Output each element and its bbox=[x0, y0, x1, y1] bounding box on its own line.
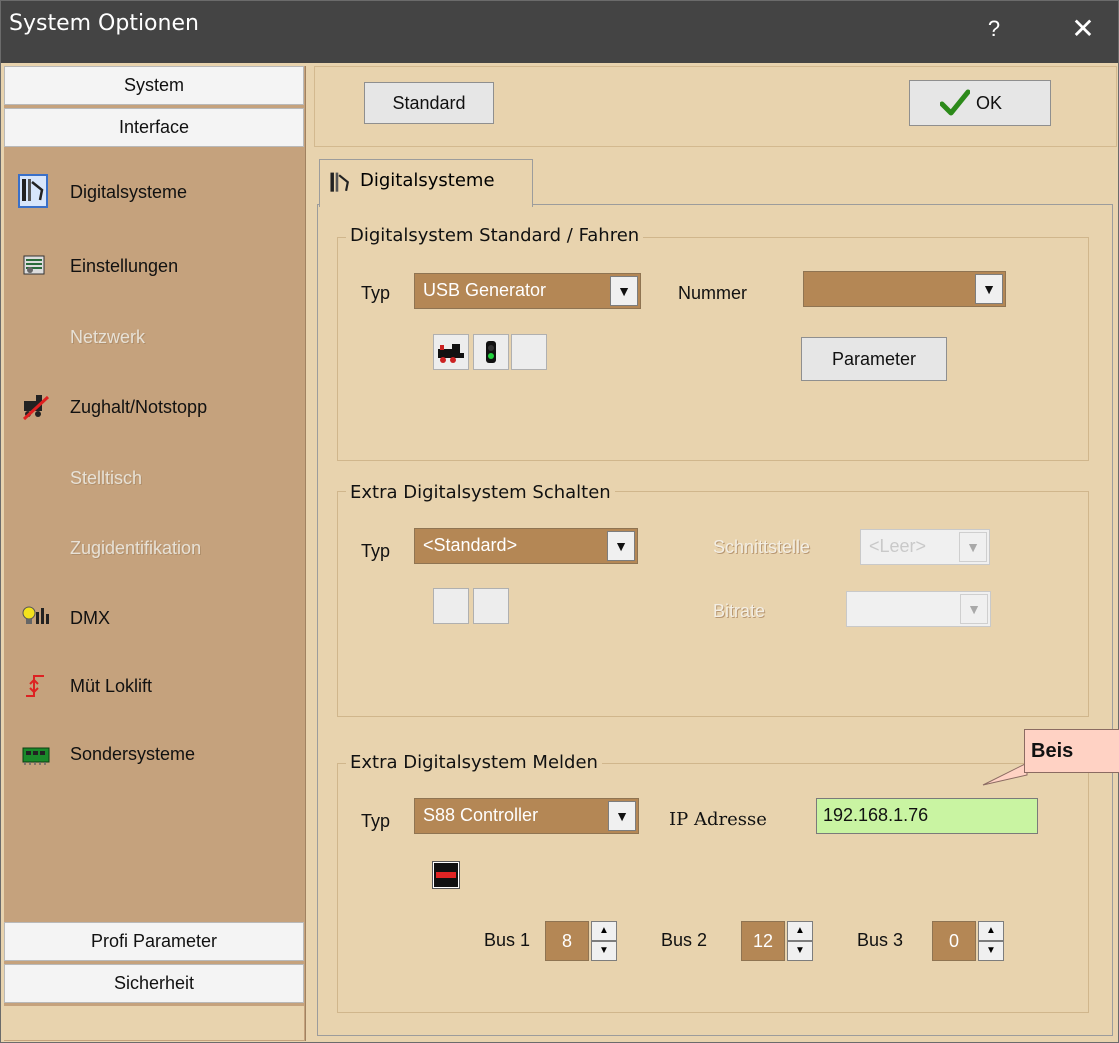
bus3-label: Bus 3 bbox=[857, 930, 904, 950]
typ-select-value: USB Generator bbox=[423, 280, 547, 300]
window-title: System Optionen bbox=[9, 11, 199, 36]
title-bar: System Optionen ? ✕ bbox=[1, 1, 1118, 63]
empty-slot-icon[interactable] bbox=[473, 588, 509, 624]
bitrate-select: ▼ bbox=[846, 591, 991, 627]
empty-slot-icon[interactable] bbox=[511, 334, 547, 370]
sidebar-button-system[interactable]: System bbox=[4, 66, 304, 105]
bitrate-label: Bitrate bbox=[713, 601, 766, 621]
ok-label: OK bbox=[976, 93, 1003, 113]
bus2-stepper[interactable]: 12 ▲ ▼ bbox=[741, 921, 817, 961]
typ-label: Typ bbox=[361, 541, 391, 561]
sidebar-button-profi-parameter[interactable]: Profi Parameter bbox=[4, 922, 304, 961]
ip-address-input[interactable]: 192.168.1.76 bbox=[816, 798, 1038, 834]
chevron-up-icon[interactable]: ▲ bbox=[978, 921, 1004, 941]
tab-label: Digitalsysteme bbox=[360, 170, 495, 191]
group-title: Digitalsystem Standard / Fahren bbox=[346, 225, 644, 246]
ip-address-label: IP Adresse bbox=[669, 809, 767, 830]
bus2-value[interactable]: 12 bbox=[741, 921, 785, 961]
signal-icon[interactable] bbox=[473, 334, 509, 370]
bus2-label: Bus 2 bbox=[661, 930, 708, 950]
typ-select-schalten[interactable]: <Standard> ▼ bbox=[414, 528, 638, 564]
schnittstelle-select: <Leer> ▼ bbox=[860, 529, 990, 565]
tab-digitalsysteme[interactable]: Digitalsysteme bbox=[319, 159, 533, 207]
nummer-label: Nummer bbox=[678, 283, 748, 303]
dmx-icon bbox=[22, 604, 49, 630]
bus1-stepper[interactable]: 8 ▲ ▼ bbox=[545, 921, 621, 961]
sidebar-item-label: Stelltisch bbox=[70, 468, 143, 488]
sidebar-item-label: Einstellungen bbox=[70, 256, 179, 276]
group-title: Extra Digitalsystem Schalten bbox=[346, 482, 615, 503]
typ-label: Typ bbox=[361, 283, 391, 303]
loklift-icon bbox=[22, 672, 48, 698]
group-title: Extra Digitalsystem Melden bbox=[346, 752, 602, 773]
typ-label: Typ bbox=[361, 811, 391, 831]
standard-button[interactable]: Standard bbox=[364, 82, 494, 124]
sidebar-button-interface[interactable]: Interface bbox=[4, 108, 304, 147]
chevron-down-icon[interactable]: ▼ bbox=[610, 276, 638, 306]
locomotive-icon[interactable] bbox=[433, 334, 469, 370]
tooltip: Beis bbox=[1024, 729, 1119, 773]
typ-select-value: S88 Controller bbox=[423, 805, 539, 825]
chevron-down-icon[interactable]: ▼ bbox=[975, 274, 1003, 304]
bus3-stepper[interactable]: 0 ▲ ▼ bbox=[932, 921, 1008, 961]
emergency-stop-icon bbox=[22, 393, 50, 421]
settings-icon bbox=[22, 252, 48, 278]
sidebar-button-sicherheit[interactable]: Sicherheit bbox=[4, 964, 304, 1003]
chevron-down-icon[interactable]: ▼ bbox=[978, 941, 1004, 961]
tooltip-pointer bbox=[982, 762, 1028, 786]
typ-select-standard[interactable]: USB Generator ▼ bbox=[414, 273, 641, 309]
chevron-down-icon[interactable]: ▼ bbox=[591, 941, 617, 961]
status-area bbox=[4, 1006, 304, 1040]
sidebar-item-label: Digitalsysteme bbox=[70, 182, 188, 202]
digital-system-icon bbox=[18, 174, 48, 208]
chevron-down-icon[interactable]: ▼ bbox=[608, 801, 636, 831]
sidebar-item-label: Sondersysteme bbox=[70, 744, 196, 764]
ok-button[interactable]: OK bbox=[909, 80, 1051, 126]
schnittstelle-label: Schnittstelle bbox=[713, 537, 811, 557]
typ-select-melden[interactable]: S88 Controller ▼ bbox=[414, 798, 639, 834]
digital-system-icon bbox=[328, 170, 352, 201]
chevron-down-icon[interactable]: ▼ bbox=[607, 531, 635, 561]
ip-address-value: 192.168.1.76 bbox=[823, 805, 929, 825]
chevron-up-icon[interactable]: ▲ bbox=[591, 921, 617, 941]
sidebar-item-label: Zughalt/Notstopp bbox=[70, 397, 208, 417]
empty-slot-icon[interactable] bbox=[433, 588, 469, 624]
sidebar-item-label: Zugidentifikation bbox=[70, 538, 202, 558]
close-button[interactable]: ✕ bbox=[1061, 9, 1105, 49]
feedback-module-icon[interactable] bbox=[432, 861, 460, 889]
bus1-value[interactable]: 8 bbox=[545, 921, 589, 961]
chevron-down-icon: ▼ bbox=[960, 594, 988, 624]
parameter-button[interactable]: Parameter bbox=[801, 337, 947, 381]
schnittstelle-select-value: <Leer> bbox=[869, 536, 927, 556]
chevron-down-icon: ▼ bbox=[959, 532, 987, 562]
special-systems-icon bbox=[22, 740, 50, 766]
sidebar-item-label: DMX bbox=[70, 608, 110, 628]
nummer-select[interactable]: ▼ bbox=[803, 271, 1006, 307]
chevron-up-icon[interactable]: ▲ bbox=[787, 921, 813, 941]
sidebar-item-label: Netzwerk bbox=[70, 327, 146, 347]
system-options-window: System Optionen ? ✕ System Interface Dig… bbox=[0, 0, 1119, 1043]
sidebar-item-label: Müt Loklift bbox=[70, 676, 153, 696]
bus1-label: Bus 1 bbox=[484, 930, 531, 950]
checkmark-icon bbox=[939, 89, 971, 122]
chevron-down-icon[interactable]: ▼ bbox=[787, 941, 813, 961]
bus3-value[interactable]: 0 bbox=[932, 921, 976, 961]
typ-select-value: <Standard> bbox=[423, 535, 518, 555]
help-button[interactable]: ? bbox=[979, 9, 1009, 49]
